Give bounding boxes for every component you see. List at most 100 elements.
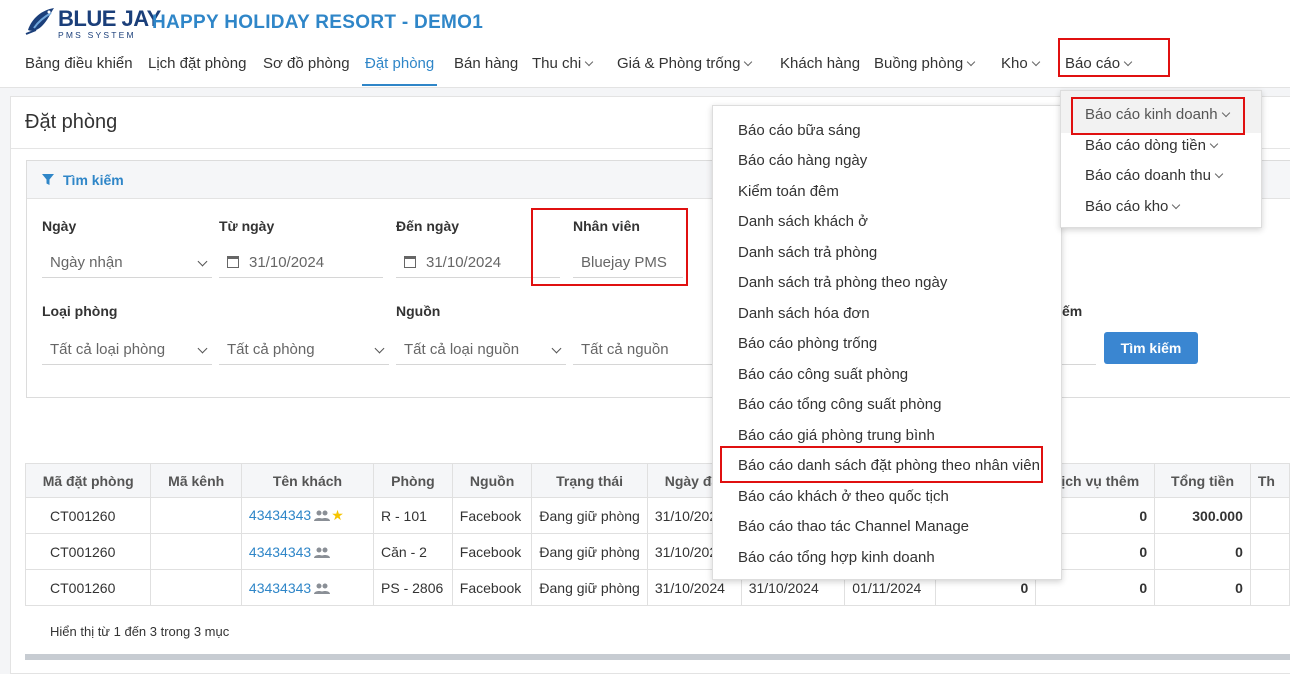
chevron-down-icon	[1031, 57, 1040, 67]
nav-label: Bảng điều khiển	[25, 55, 133, 72]
table-header-row: Mã đặt phòng Mã kênh Tên khách Phòng Ngu…	[24, 463, 1290, 498]
business-report-submenu: Báo cáo bữa sáng Báo cáo hàng ngày Kiểm …	[712, 105, 1062, 580]
menu-item-vacant-rooms[interactable]: Báo cáo phòng trống	[738, 335, 877, 352]
total-cell: 0	[1154, 569, 1251, 606]
guest-link[interactable]: 43434343	[249, 507, 311, 523]
menu-item-night-audit[interactable]: Kiểm toán đêm	[738, 183, 839, 200]
status-cell: Đang giữ phòng	[531, 497, 648, 534]
keyword-input[interactable]	[1060, 335, 1096, 365]
guest-link[interactable]: 43434343	[249, 580, 311, 596]
nav-label: Buồng phòng	[874, 55, 964, 72]
bluejay-logo[interactable]: BLUE JAY PMS SYSTEM	[24, 4, 161, 44]
filter-icon	[42, 174, 54, 185]
date-type-select[interactable]: Ngày nhận	[42, 248, 212, 278]
menu-item-inventory-reports[interactable]: Báo cáo kho	[1085, 198, 1181, 215]
room-type-label: Loại phòng	[42, 303, 118, 319]
chevron-down-icon	[374, 343, 385, 354]
from-date-input[interactable]: 31/10/2024	[219, 248, 383, 278]
col-total[interactable]: Tổng tiền	[1154, 463, 1251, 498]
channel-code	[150, 569, 242, 606]
menu-item-checkout-by-date[interactable]: Danh sách trả phòng theo ngày	[738, 274, 947, 291]
highlight-reports-nav	[1058, 38, 1170, 77]
bluejay-bird-icon	[25, 8, 54, 35]
nav-booking-calendar[interactable]: Lịch đặt phòng	[148, 52, 246, 86]
booking-code: CT001260	[24, 533, 152, 570]
nav-label: Kho	[1001, 55, 1028, 72]
menu-item-average-rate[interactable]: Báo cáo giá phòng trung bình	[738, 427, 935, 444]
nav-label: Giá & Phòng trống	[617, 55, 741, 72]
from-date-label: Từ ngày	[219, 218, 275, 234]
star-icon: ★	[331, 507, 344, 523]
menu-item-guests-by-nationality[interactable]: Báo cáo khách ở theo quốc tịch	[738, 488, 949, 505]
menu-label: Báo cáo kho	[1085, 198, 1169, 215]
col-channel-code[interactable]: Mã kênh	[150, 463, 242, 498]
menu-item-breakfast-report[interactable]: Báo cáo bữa sáng	[738, 122, 861, 139]
source-label: Nguồn	[396, 303, 441, 319]
menu-item-invoice-list[interactable]: Danh sách hóa đơn	[738, 305, 870, 322]
chevron-down-icon	[1214, 169, 1224, 179]
menu-item-in-house-guests[interactable]: Danh sách khách ở	[738, 213, 868, 230]
table-row[interactable]: CT001260 43434343 Căn - 2 Facebook Đang …	[24, 533, 1290, 570]
nav-label: Thu chi	[532, 55, 582, 72]
menu-item-total-occupancy[interactable]: Báo cáo tổng công suất phòng	[738, 396, 942, 413]
chevron-down-icon	[1172, 200, 1181, 210]
col-booking-code[interactable]: Mã đặt phòng	[24, 463, 152, 498]
chevron-down-icon	[584, 57, 594, 67]
menu-item-cashflow-reports[interactable]: Báo cáo dòng tiền	[1085, 137, 1219, 154]
col-status[interactable]: Trạng thái	[531, 463, 648, 498]
col-guest-name[interactable]: Tên khách	[240, 463, 375, 498]
nav-bookings[interactable]: Đặt phòng	[362, 52, 438, 86]
menu-item-revenue-reports[interactable]: Báo cáo doanh thu	[1085, 167, 1224, 184]
nav-housekeeping[interactable]: Buồng phòng	[874, 52, 976, 86]
room-select[interactable]: Tất cả phòng	[219, 335, 389, 365]
table-row[interactable]: CT001260 43434343 ★ R - 101 Facebook Đang…	[24, 497, 1290, 534]
menu-item-channel-manager-ops[interactable]: Báo cáo thao tác Channel Manage	[738, 518, 969, 535]
menu-item-occupancy[interactable]: Báo cáo công suất phòng	[738, 366, 908, 383]
highlight-bookings-by-staff	[720, 446, 1043, 483]
source-cell: Facebook	[451, 533, 533, 570]
highlight-staff-field	[531, 208, 688, 286]
date-label: Ngày	[42, 218, 77, 234]
select-value: Tất cả loại nguồn	[404, 341, 520, 358]
nav-room-map[interactable]: Sơ đồ phòng	[263, 52, 350, 86]
room-type-select[interactable]: Tất cả loại phòng	[42, 335, 212, 365]
search-label-partial: ếm	[1062, 303, 1083, 319]
select-value: Tất cả phòng	[227, 341, 315, 358]
total-cell: 300.000	[1154, 497, 1251, 534]
chevron-down-icon	[744, 57, 753, 67]
col-partial[interactable]: Th	[1249, 463, 1290, 498]
select-value: Tất cả nguồn	[581, 341, 669, 358]
menu-item-business-summary[interactable]: Báo cáo tổng hợp kinh doanh	[738, 549, 935, 566]
col-source[interactable]: Nguồn	[451, 463, 533, 498]
partial-cell	[1249, 533, 1290, 570]
table-info: Hiển thị từ 1 đến 3 trong 3 mục	[50, 624, 230, 639]
guest-link[interactable]: 43434343	[249, 544, 311, 560]
to-date-label: Đến ngày	[396, 218, 460, 234]
nav-inventory[interactable]: Kho	[1001, 52, 1040, 86]
nav-dashboard[interactable]: Bảng điều khiển	[25, 52, 133, 86]
nav-customers[interactable]: Khách hàng	[780, 52, 860, 86]
group-icon	[314, 510, 331, 521]
logo-text: BLUE JAY	[58, 6, 161, 31]
menu-item-daily-report[interactable]: Báo cáo hàng ngày	[738, 152, 867, 169]
col-room[interactable]: Phòng	[373, 463, 453, 498]
select-value: Ngày nhận	[50, 254, 123, 271]
chevron-down-icon	[551, 343, 562, 354]
source-type-select[interactable]: Tất cả loại nguồn	[396, 335, 566, 365]
table-row[interactable]: CT001260 43434343 PS - 2806 Facebook Đan…	[24, 569, 1290, 606]
nav-rates-availability[interactable]: Giá & Phòng trống	[617, 52, 753, 86]
horizontal-scrollbar[interactable]	[25, 654, 1290, 660]
nav-sales[interactable]: Bán hàng	[454, 52, 518, 86]
nav-income-expense[interactable]: Thu chi	[532, 52, 594, 86]
menu-item-checkout-list[interactable]: Danh sách trả phòng	[738, 244, 877, 261]
partial-cell	[1249, 497, 1290, 534]
logo-subtitle: PMS SYSTEM	[58, 30, 136, 40]
source-select[interactable]: Tất cả nguồn	[573, 335, 713, 365]
nav-label: Đặt phòng	[365, 55, 435, 72]
source-cell: Facebook	[451, 569, 533, 606]
partial-cell	[1249, 569, 1290, 606]
search-button[interactable]: Tìm kiếm	[1104, 332, 1198, 364]
channel-code	[150, 533, 242, 570]
search-panel-title: Tìm kiếm	[63, 172, 124, 188]
group-icon	[314, 547, 331, 558]
